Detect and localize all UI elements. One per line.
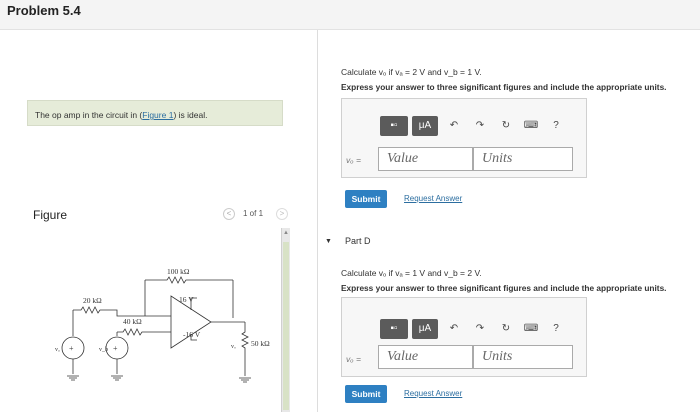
intro-text-post: ) is ideal. (173, 110, 208, 120)
label-vneg: -16 V (183, 330, 201, 339)
resistor-50k (241, 322, 249, 376)
figure-link[interactable]: Figure 1 (142, 110, 173, 120)
figure-pager: < 1 of 1 > (223, 208, 289, 222)
part-c-submit-button[interactable]: Submit (345, 190, 387, 208)
part-d-variable-label: vₒ = (346, 354, 361, 364)
reset-icon[interactable]: ↻ (498, 319, 514, 339)
label-vo: vₒ (231, 344, 236, 350)
undo-icon[interactable]: ↶ (446, 319, 462, 339)
label-vb: v_b (99, 347, 108, 353)
reset-icon[interactable]: ↻ (498, 116, 514, 136)
label-20k: 20 kΩ (83, 296, 102, 305)
part-d-answer-box: ▪▫ μA ↶ ↷ ↻ ⌨ ? vₒ = Value Units (341, 297, 587, 377)
part-c-instruction: Express your answer to three significant… (341, 82, 667, 92)
label-40k: 40 kΩ (123, 317, 142, 326)
scrollbar-thumb[interactable] (283, 242, 289, 410)
part-d-title[interactable]: Part D (345, 236, 371, 246)
part-d-collapse-icon[interactable]: ▼ (325, 238, 332, 245)
pager-prev-button[interactable]: < (223, 208, 235, 220)
help-icon[interactable]: ? (548, 319, 564, 339)
part-c-request-answer-link[interactable]: Request Answer (404, 194, 462, 203)
redo-icon[interactable]: ↷ (472, 116, 488, 136)
intro-text: The op amp in the circuit in (Figure 1) … (35, 110, 207, 120)
ground-b-icon (111, 375, 123, 381)
part-c-units-input[interactable]: Units (473, 147, 573, 171)
label-50k: 50 kΩ (251, 339, 270, 348)
units-button[interactable]: μA (412, 319, 438, 339)
part-c-variable-label: vₒ = (346, 155, 361, 165)
problem-title: Problem 5.4 (7, 3, 81, 18)
part-d-question: Calculate vₒ if vₐ = 1 V and v_b = 2 V. (341, 268, 482, 278)
pager-count: 1 of 1 (243, 209, 264, 218)
label-vpos: 16 V (179, 295, 194, 304)
pager-next-button[interactable]: > (276, 208, 288, 220)
part-c-answer-box: ▪▫ μA ↶ ↷ ↻ ⌨ ? vₒ = Value Units (341, 98, 587, 178)
resistor-40k (117, 328, 171, 336)
units-button[interactable]: μA (412, 116, 438, 136)
source-b-plus: + (113, 344, 118, 353)
keyboard-icon[interactable]: ⌨ (522, 319, 540, 339)
keyboard-icon[interactable]: ⌨ (522, 116, 540, 136)
panel-divider (317, 30, 318, 412)
figure-scrollbar[interactable]: ▲ (281, 228, 290, 412)
part-d-request-answer-link[interactable]: Request Answer (404, 389, 462, 398)
ground-load-icon (239, 377, 251, 383)
help-icon[interactable]: ? (548, 116, 564, 136)
redo-icon[interactable]: ↷ (472, 319, 488, 339)
label-va: vₐ (55, 347, 60, 353)
part-d-value-input[interactable]: Value (378, 345, 473, 369)
part-d-instruction: Express your answer to three significant… (341, 283, 667, 293)
intro-text-pre: The op amp in the circuit in ( (35, 110, 143, 120)
source-a-plus: + (69, 344, 74, 353)
resistor-20k (73, 306, 145, 317)
part-c-value-input[interactable]: Value (378, 147, 473, 171)
resistor-100k (145, 276, 233, 284)
undo-icon[interactable]: ↶ (446, 116, 462, 136)
ground-a-icon (67, 375, 79, 381)
scroll-up-icon[interactable]: ▲ (283, 230, 289, 236)
figure-label: Figure (33, 208, 68, 222)
templates-icon[interactable]: ▪▫ (380, 319, 408, 339)
label-100k: 100 kΩ (167, 267, 190, 276)
part-d-submit-button[interactable]: Submit (345, 385, 387, 403)
circuit-diagram: + + 100 kΩ 20 kΩ 40 kΩ 16 V -16 V 50 kΩ … (55, 267, 270, 383)
templates-icon[interactable]: ▪▫ (380, 116, 408, 136)
problem-intro: The op amp in the circuit in (Figure 1) … (27, 100, 283, 126)
problem-header: Problem 5.4 (0, 0, 700, 30)
part-c-question: Calculate vₒ if vₐ = 2 V and v_b = 1 V. (341, 67, 482, 77)
part-d-units-input[interactable]: Units (473, 345, 573, 369)
